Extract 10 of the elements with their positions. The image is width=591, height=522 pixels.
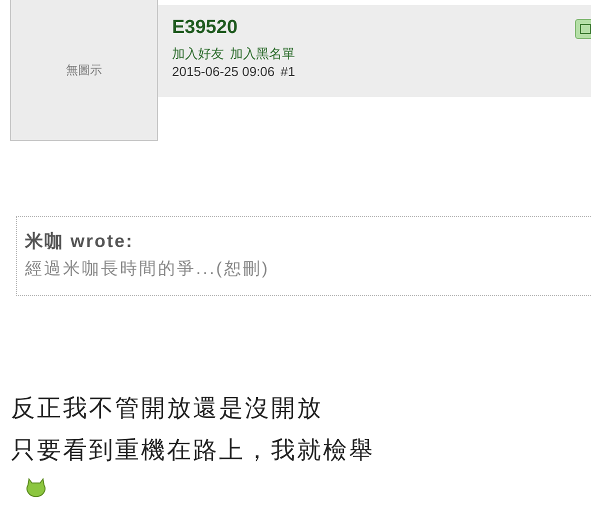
avatar-label: 無圖示 [66,62,102,78]
post-number: #1 [280,64,296,79]
quote-text: 經過米咖長時間的爭...(恕刪) [25,258,270,280]
quote-heading: 米咖 wrote: [25,230,135,253]
post-text-line: 只要看到重機在路上，我就檢舉 [11,436,376,466]
author-name[interactable]: E39520 [172,17,238,39]
post-text-line: 反正我不管開放還是沒開放 [11,394,324,424]
user-link[interactable]: 加入黑名單 [230,45,295,63]
post-date: 2015-06-25 09:06 [172,64,275,79]
user-link[interactable]: 加入好友 [172,45,224,63]
